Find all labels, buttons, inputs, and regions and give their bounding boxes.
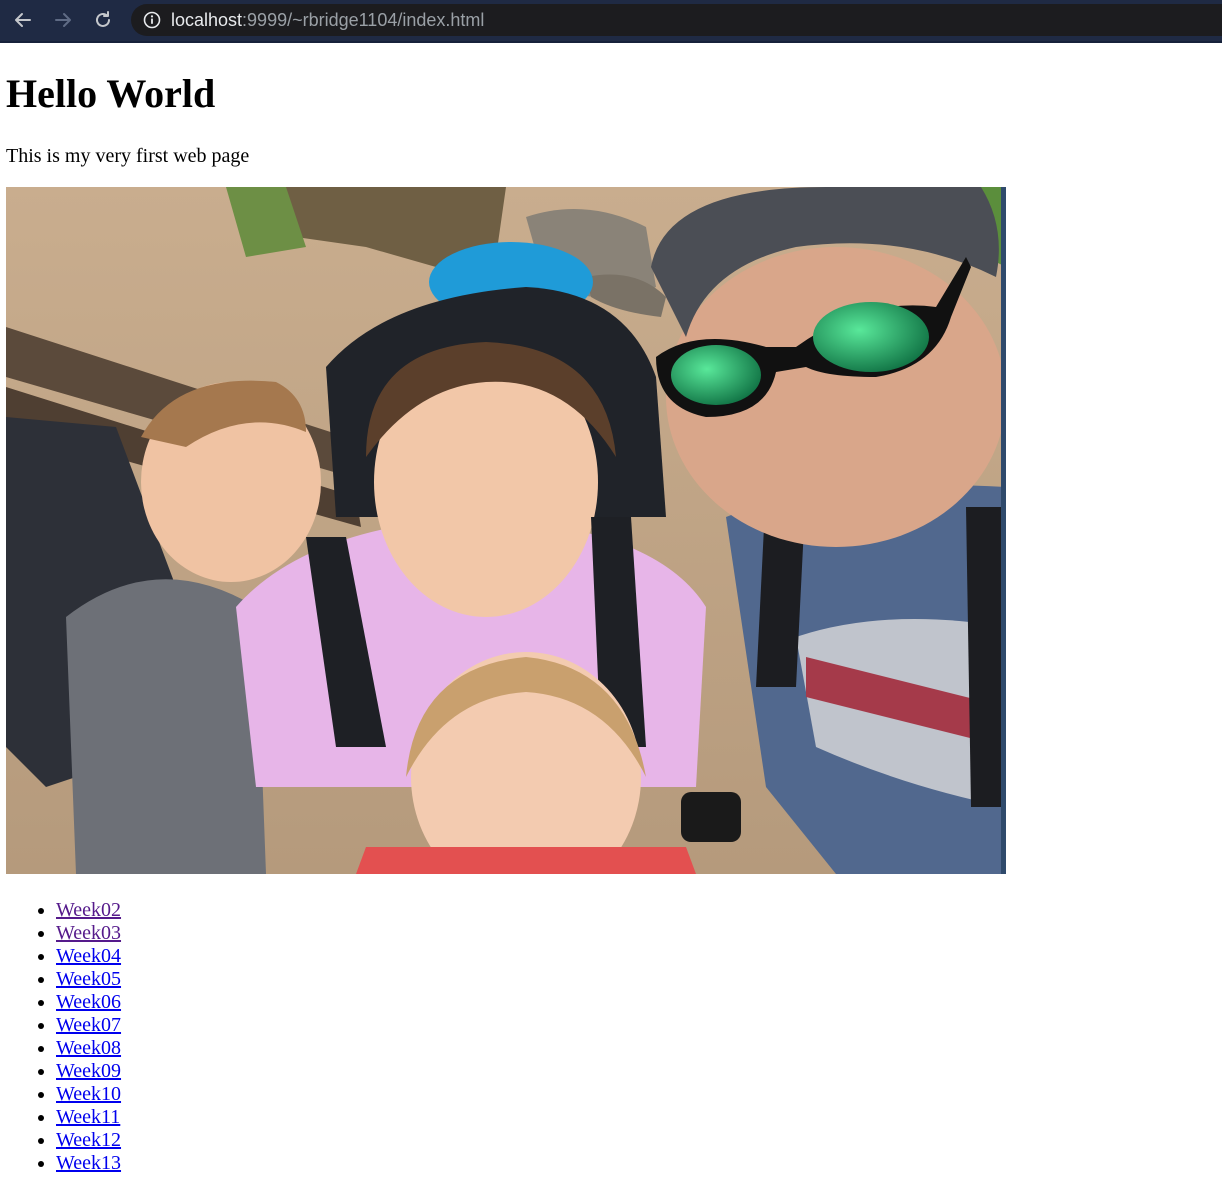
list-item: Week04 — [56, 945, 1216, 968]
forward-button[interactable] — [48, 6, 78, 34]
list-item: Week03 — [56, 922, 1216, 945]
list-item: Week10 — [56, 1083, 1216, 1106]
back-button[interactable] — [8, 6, 38, 34]
link-week02[interactable]: Week02 — [56, 899, 121, 921]
link-week13[interactable]: Week13 — [56, 1152, 121, 1174]
url-path: :9999/~rbridge1104/index.html — [242, 9, 485, 30]
link-week06[interactable]: Week06 — [56, 991, 121, 1013]
link-week12[interactable]: Week12 — [56, 1129, 121, 1151]
arrow-left-icon — [15, 13, 31, 27]
info-icon[interactable] — [143, 11, 161, 29]
address-bar[interactable]: localhost:9999/~rbridge1104/index.html — [131, 4, 1222, 36]
reload-button[interactable] — [88, 6, 118, 34]
link-week08[interactable]: Week08 — [56, 1037, 121, 1059]
link-week09[interactable]: Week09 — [56, 1060, 121, 1082]
list-item: Week11 — [56, 1106, 1216, 1129]
family-photo — [6, 187, 1006, 874]
list-item: Week09 — [56, 1060, 1216, 1083]
list-item: Week08 — [56, 1037, 1216, 1060]
list-item: Week02 — [56, 899, 1216, 922]
list-item: Week13 — [56, 1152, 1216, 1175]
url-host: localhost — [171, 9, 243, 30]
list-item: Week05 — [56, 968, 1216, 991]
reload-icon — [96, 11, 110, 27]
page-heading: Hello World — [6, 71, 216, 116]
week-links-list: Week02 Week03 Week04 Week05 Week06 Week0… — [6, 899, 1216, 1175]
link-week04[interactable]: Week04 — [56, 945, 121, 967]
browser-toolbar: localhost:9999/~rbridge1104/index.html — [0, 0, 1222, 43]
link-week03[interactable]: Week03 — [56, 922, 121, 944]
page-content: Hello World This is my very first web pa… — [0, 71, 1222, 1175]
photo-illustration — [6, 187, 1006, 874]
intro-paragraph: This is my very first web page — [6, 145, 250, 167]
link-week10[interactable]: Week10 — [56, 1083, 121, 1105]
list-item: Week12 — [56, 1129, 1216, 1152]
url-text: localhost:9999/~rbridge1104/index.html — [171, 10, 484, 31]
link-week05[interactable]: Week05 — [56, 968, 121, 990]
list-item: Week06 — [56, 991, 1216, 1014]
arrow-right-icon — [55, 13, 71, 27]
list-item: Week07 — [56, 1014, 1216, 1037]
link-week07[interactable]: Week07 — [56, 1014, 121, 1036]
link-week11[interactable]: Week11 — [56, 1106, 120, 1128]
